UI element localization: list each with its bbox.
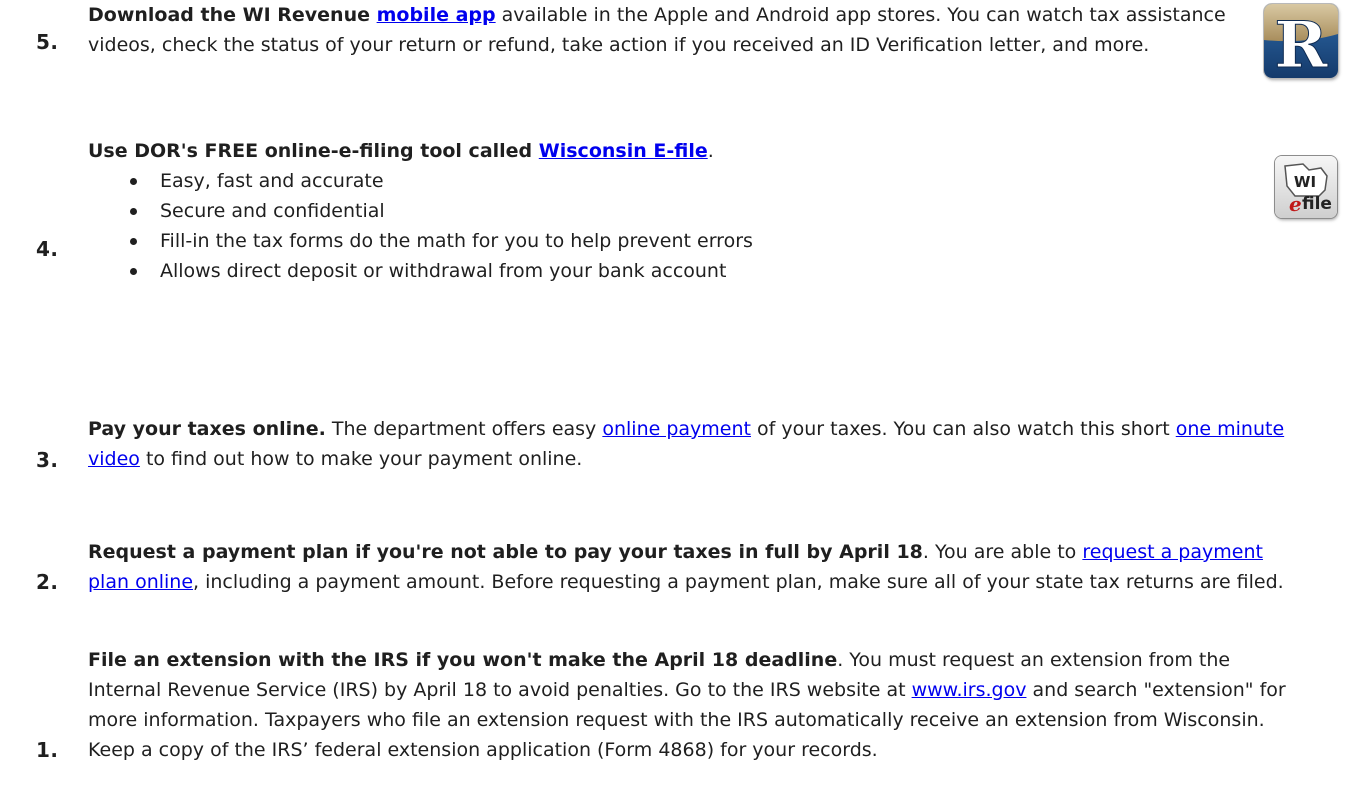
list-item: Fill-in the tax forms do the math for yo… — [88, 226, 1258, 256]
item-number-3: 3. — [36, 448, 59, 472]
efile-benefits-list: Easy, fast and accurate Secure and confi… — [88, 166, 1258, 286]
list-item: Secure and confidential — [88, 196, 1258, 226]
item-1-text: File an extension with the IRS if you wo… — [88, 645, 1288, 765]
item-number-5: 5. — [36, 30, 59, 54]
wi-efile-icon: WI e file — [1275, 156, 1337, 218]
svg-text:e: e — [1289, 192, 1302, 216]
item-2-body-part2: , including a payment amount. Before req… — [193, 571, 1284, 593]
list-item: Easy, fast and accurate — [88, 166, 1258, 196]
efile-icon-top-text: WI — [1294, 173, 1316, 191]
item-5-heading: Download the WI Revenue — [88, 4, 377, 26]
item-3-body-part2: of your taxes. You can also watch this s… — [750, 418, 1176, 440]
efile-icon-bottom-text: file — [1302, 194, 1332, 214]
document-page: 5. Download the WI Revenue mobile app av… — [0, 0, 1352, 805]
app-icon-letter: R — [1274, 8, 1328, 78]
item-4-period: . — [707, 140, 714, 162]
irs-website-link[interactable]: www.irs.gov — [912, 679, 1027, 701]
item-number-2: 2. — [36, 570, 59, 594]
item-number-1: 1. — [36, 738, 59, 762]
item-1-heading: File an extension with the IRS if you wo… — [88, 649, 838, 671]
item-number-4: 4. — [36, 237, 59, 261]
wisconsin-efile-link[interactable]: Wisconsin E-file — [539, 140, 708, 162]
item-4-heading: Use DOR's FREE online-e-filing tool call… — [88, 140, 539, 162]
wi-revenue-app-icon: R — [1264, 4, 1338, 78]
item-3-body-part3: to find out how to make your payment onl… — [139, 448, 583, 470]
item-2-heading: Request a payment plan if you're not abl… — [88, 541, 923, 563]
item-2-text: Request a payment plan if you're not abl… — [88, 537, 1298, 597]
item-5-text: Download the WI Revenue mobile app avail… — [88, 0, 1238, 60]
item-3-text: Pay your taxes online. The department of… — [88, 414, 1288, 474]
list-item: Allows direct deposit or withdrawal from… — [88, 256, 1258, 286]
item-4-text: Use DOR's FREE online-e-filing tool call… — [88, 136, 1258, 286]
item-3-heading: Pay your taxes online. — [88, 418, 326, 440]
mobile-app-link[interactable]: mobile app — [377, 4, 496, 26]
item-2-body-part1: . You are able to — [922, 541, 1083, 563]
online-payment-link[interactable]: online payment — [602, 418, 751, 440]
item-3-body-part1: The department offers easy — [325, 418, 603, 440]
